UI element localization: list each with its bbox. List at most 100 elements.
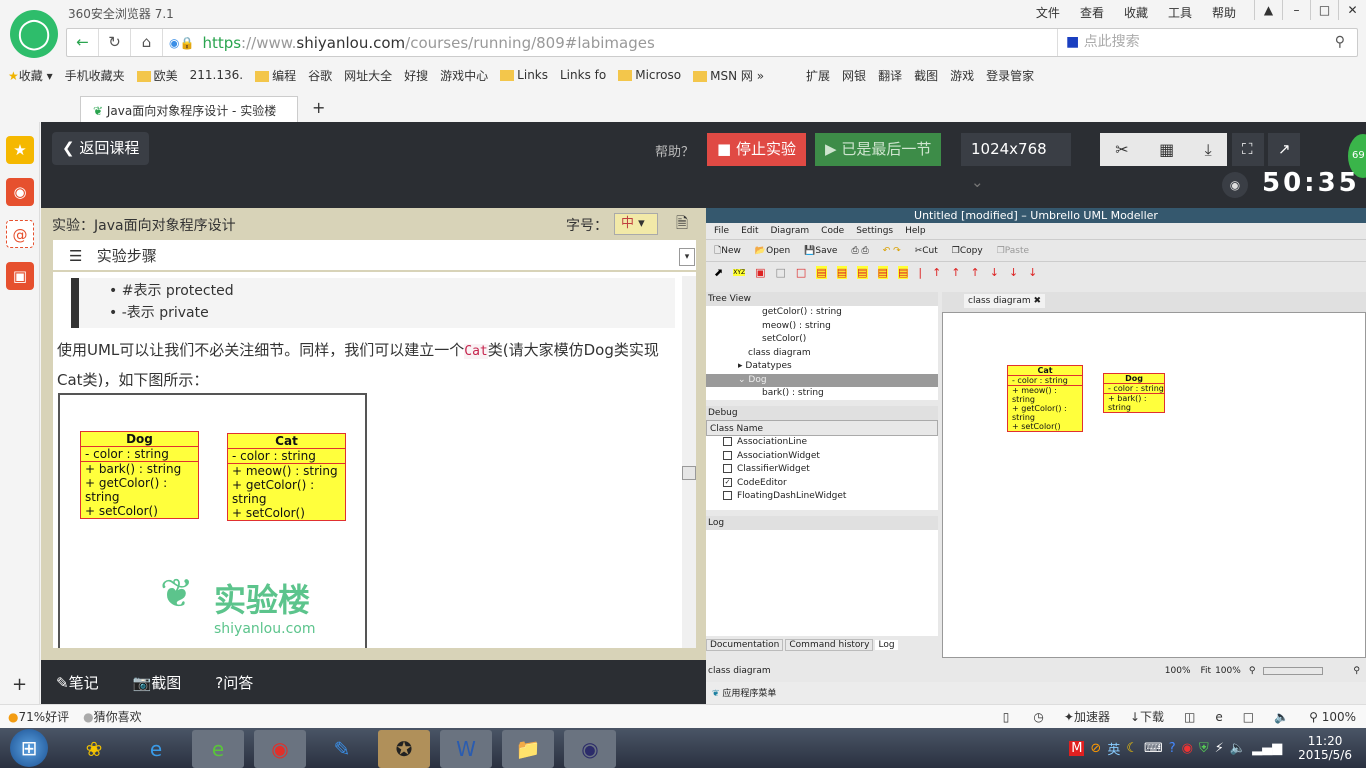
dependency-tool-icon[interactable]: ↑ [951, 266, 960, 279]
bookmark[interactable]: 好搜 [404, 67, 428, 84]
paste-button[interactable]: ❐Paste [997, 246, 1029, 256]
start-button[interactable]: ⊞ [10, 729, 48, 767]
user-avatar[interactable]: ◯ [10, 10, 58, 58]
cut-button[interactable]: ✂Cut [915, 246, 938, 256]
stop-lab-button[interactable]: ■ 停止实验 [707, 133, 806, 166]
accelerator-button[interactable]: ✦加速器 [1064, 708, 1110, 725]
aggregation-tool-icon[interactable]: ↓ [990, 266, 999, 279]
tree-item[interactable]: meow() : string [706, 320, 938, 334]
ext-extend[interactable]: 扩展 [806, 67, 830, 84]
notes-button[interactable]: ✎笔记 [56, 672, 99, 693]
log-area[interactable] [706, 530, 938, 636]
remote-desktop[interactable]: Untitled [modified] – Umbrello UML Model… [706, 208, 1366, 704]
weibo-icon[interactable]: ◉ [6, 178, 34, 206]
menu-view[interactable]: 查看 [1080, 4, 1104, 21]
debug-list[interactable]: Class Name AssociationLine AssociationWi… [706, 420, 938, 510]
tray-m-icon[interactable]: M [1069, 740, 1085, 756]
zoom-slider[interactable] [1263, 667, 1324, 675]
menu-help[interactable]: 帮助 [1212, 4, 1236, 21]
minimize-button[interactable]: – [1282, 0, 1310, 20]
add-icon[interactable]: + [12, 674, 27, 695]
interface-tool-icon[interactable]: ▤ [857, 266, 868, 279]
rating[interactable]: 71%好评 [18, 708, 69, 725]
font-size-select[interactable]: 中 ▾ [614, 213, 658, 235]
tray-block-icon[interactable]: ⊘ [1090, 741, 1101, 756]
qa-button[interactable]: ?问答 [215, 672, 253, 693]
steps-header[interactable]: ☰ 实验步骤 ▾ [53, 240, 696, 272]
realization-tool-icon[interactable]: ↑ [971, 266, 980, 279]
external-link-icon[interactable]: ↗ [1268, 133, 1300, 166]
favorites-icon[interactable]: ★ [6, 136, 34, 164]
maximize-button[interactable]: □ [1310, 0, 1338, 20]
debug-item[interactable]: AssociationLine [706, 436, 938, 450]
bookmark[interactable]: MSN 网 » [693, 67, 764, 84]
debug-item[interactable]: FloatingDashLineWidget [706, 490, 938, 504]
datatype-tool-icon[interactable]: ▤ [836, 266, 848, 279]
debug-item[interactable]: ✓ CodeEditor [706, 477, 938, 491]
taskbar-app-word[interactable]: W [440, 729, 492, 768]
steps-dropdown[interactable]: ▾ [679, 248, 695, 266]
taskbar-app-eclipse[interactable]: ◉ [564, 729, 616, 768]
tray-power-icon[interactable]: ⚡ [1215, 741, 1224, 756]
tray-volume-icon[interactable]: 🔈 [1230, 741, 1246, 756]
ie-icon[interactable]: e [1215, 710, 1222, 724]
tray-help-icon[interactable]: ? [1169, 741, 1176, 756]
ext-login[interactable]: 登录管家 [986, 67, 1034, 84]
document-icon[interactable]: 🗎 [676, 213, 688, 238]
copy-button[interactable]: ❐Copy [952, 246, 983, 256]
tab-command-history[interactable]: Command history [785, 639, 874, 651]
shopping-icon[interactable]: ▣ [6, 262, 34, 290]
taskbar-app-360browser[interactable]: e [192, 729, 244, 768]
entity-tool-icon[interactable]: ▤ [877, 266, 888, 279]
bookmark[interactable]: 网址大全 [344, 67, 392, 84]
ime-indicator[interactable]: 英 [1107, 739, 1120, 758]
taskbar-app-netease-music[interactable]: ◉ [254, 729, 306, 768]
home-icon[interactable]: ⌂ [131, 29, 163, 56]
back-to-course-button[interactable]: ❮ 返回课程 [52, 132, 150, 165]
volume-icon[interactable]: 🔈 [1274, 710, 1289, 724]
debug-item[interactable]: ClassifierWidget [706, 463, 938, 477]
back-icon[interactable]: ← [67, 29, 99, 56]
bookmark[interactable]: 谷歌 [308, 67, 332, 84]
search-input[interactable]: ■ 点此搜索 ⚲ [1057, 29, 1357, 56]
url-input[interactable]: https://www.shiyanlou.com/courses/runnin… [202, 34, 654, 52]
last-section-button[interactable]: ▶ 已是最后一节 [815, 133, 942, 166]
generalization-tool-icon[interactable]: ↑ [932, 266, 941, 279]
tab-active[interactable]: ❦ Java面向对象程序设计 - 实验楼 × [80, 96, 298, 133]
help-link[interactable]: 帮助？ [655, 141, 694, 160]
bookmark[interactable]: 手机收藏夹 [65, 67, 125, 84]
eye-icon[interactable]: ◉ [1222, 172, 1248, 198]
enum-tool-icon[interactable]: ▤ [816, 266, 827, 279]
window-icon[interactable]: □ [1243, 710, 1254, 724]
debug-item[interactable]: AssociationWidget [706, 450, 938, 464]
taskbar-app-note[interactable]: ✎ [316, 730, 368, 768]
menu-help[interactable]: Help [905, 226, 926, 236]
search-icon[interactable]: ⚲ [1335, 29, 1345, 56]
tree-item[interactable]: class diagram [706, 347, 938, 361]
tray-keyboard-icon[interactable]: ⌨ [1144, 741, 1163, 756]
taskbar-app-explorer[interactable]: 📁 [502, 729, 554, 768]
layout-icon[interactable]: ◫ [1184, 710, 1195, 724]
tray-moon-icon[interactable]: ☾ [1126, 741, 1138, 756]
menu-edit[interactable]: Edit [741, 226, 758, 236]
taskbar-app-ie[interactable]: e [130, 730, 182, 768]
resolution-select[interactable]: 1024x768 ⌄ [961, 133, 1071, 191]
bookmark[interactable]: 欧美 [136, 67, 178, 84]
menu-favorites[interactable]: 收藏 [1124, 4, 1148, 21]
zoom-out-icon[interactable]: ⚲ [1249, 666, 1256, 676]
bookmark[interactable]: Links [500, 68, 548, 82]
tab-log[interactable]: Log [875, 640, 898, 650]
menu-tools[interactable]: 工具 [1168, 4, 1192, 21]
composition-tool-icon[interactable]: ↓ [1009, 266, 1018, 279]
tree-item[interactable]: ▸ Datatypes [706, 360, 938, 374]
package-tool-icon[interactable]: ▣ [755, 266, 765, 279]
menu-settings[interactable]: Settings [856, 226, 893, 236]
select-tool-icon[interactable]: ⬈ [714, 266, 723, 279]
tray-music-icon[interactable]: ◉ [1182, 741, 1193, 756]
tree-item-selected[interactable]: ⌄ Dog [706, 373, 938, 387]
tree-item[interactable]: setColor() [706, 333, 938, 347]
close-button[interactable]: ✕ [1338, 0, 1366, 20]
clock[interactable]: 11:20 2015/5/6 [1298, 734, 1352, 762]
note-tool-icon[interactable]: □ [776, 266, 786, 279]
taskbar-app-360[interactable]: ❀ [68, 730, 120, 768]
